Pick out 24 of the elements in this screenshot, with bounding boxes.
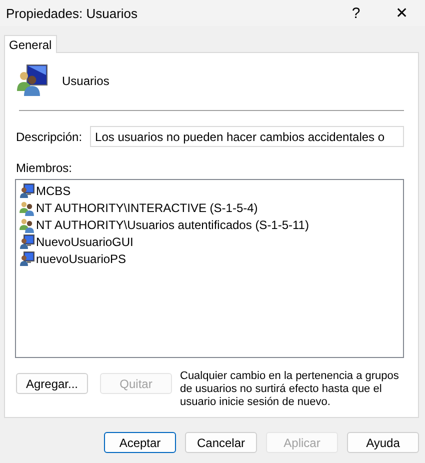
member-item[interactable]: NuevoUsuarioGUI (36, 234, 134, 248)
members-label: Miembros: (15, 161, 74, 175)
membership-note: Cualquier cambio en la pertenencia a grupos de usuarios no surtirá efecto hasta que el usuario inicie sesión de nuevo. (180, 370, 400, 409)
members-list[interactable]: MCBS NT AUTHORITY\INTERACTIVE (S-1-5-4) NT AUTHORITY\Usuarios autentificados (S-1-5-11) NuevoUsuarioGUI nuevoUsuarioPS (15, 179, 404, 358)
user-computer-icon (19, 250, 35, 266)
member-item[interactable]: NT AUTHORITY\INTERACTIVE (S-1-5-4) (36, 200, 258, 214)
user-computer-icon (19, 234, 35, 250)
help-button[interactable]: ? (333, 0, 379, 26)
users-icon (19, 200, 35, 216)
window-title: Propiedades: Usuarios (6, 6, 139, 20)
member-item[interactable]: NT AUTHORITY\Usuarios autentificados (S-1-5-11) (36, 218, 309, 232)
member-item[interactable]: nuevoUsuarioPS (36, 252, 126, 266)
add-button[interactable]: Agregar... (16, 373, 88, 394)
close-button[interactable]: ✕ (379, 0, 425, 26)
member-item[interactable]: MCBS (36, 184, 71, 198)
description-field[interactable]: Los usuarios no pueden hacer cambios accidentales o (90, 126, 404, 147)
group-name: Usuarios (62, 74, 110, 88)
users-icon (19, 216, 35, 232)
user-computer-icon (19, 182, 35, 198)
help-button[interactable]: Ayuda (347, 432, 419, 453)
cancel-button[interactable]: Cancelar (185, 432, 257, 453)
ok-button[interactable]: Aceptar (104, 432, 176, 453)
description-label: Descripción: (16, 130, 82, 144)
tab[interactable]: General (4, 35, 57, 53)
